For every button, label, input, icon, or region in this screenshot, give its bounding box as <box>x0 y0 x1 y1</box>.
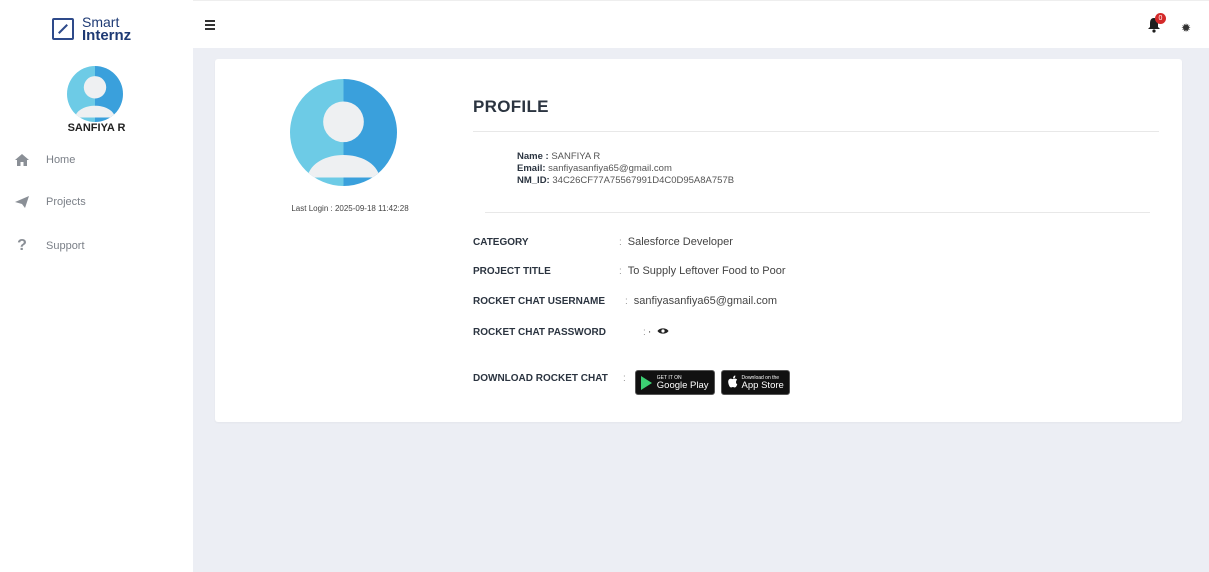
sidebar-item-label: Home <box>46 154 76 166</box>
project-title-label: PROJECT TITLE <box>473 265 551 277</box>
profile-avatar <box>290 79 397 186</box>
google-play-icon <box>640 375 652 390</box>
profile-info: Name : SANFIYA R Email: sanfiyasanfiya65… <box>517 151 734 187</box>
sidebar: Smart Internz SANFIYA R Home Projects ? … <box>0 0 193 572</box>
download-rocket-chat-row: DOWNLOAD ROCKET CHAT : GET IT ON Google … <box>473 362 796 395</box>
question-icon: ? <box>17 237 27 254</box>
logo[interactable]: Smart Internz <box>52 15 132 44</box>
notification-badge: 0 <box>1155 13 1166 24</box>
nmid-value: 34C26CF77A75567991D4C0D95A8A757B <box>552 175 735 186</box>
category-value: Salesforce Developer <box>627 236 733 248</box>
avatar <box>67 66 123 122</box>
sidebar-item-projects[interactable]: Projects <box>13 195 86 209</box>
sidebar-item-support[interactable]: ? Support <box>13 237 85 255</box>
rocket-chat-password-row: ROCKET CHAT PASSWORD : · <box>473 326 669 338</box>
topbar: 0 ✹ <box>193 0 1209 48</box>
logo-icon <box>52 18 74 40</box>
gear-icon[interactable]: ✹ <box>1181 21 1191 35</box>
name-label: Name : <box>517 151 549 162</box>
logo-line2: Internz <box>82 27 132 44</box>
sidebar-username: SANFIYA R <box>67 122 126 134</box>
app-store-button[interactable]: Download on the App Store <box>720 370 790 395</box>
profile-card: Last Login : 2025-09-18 11:42:28 PROFILE… <box>215 59 1182 422</box>
page-title: PROFILE <box>473 97 549 116</box>
rocket-chat-username-row: ROCKET CHAT USERNAME : sanfiyasanfiya65@… <box>473 295 778 307</box>
category-row: CATEGORY : Salesforce Developer <box>473 236 733 248</box>
last-login: Last Login : 2025-09-18 11:42:28 <box>291 204 409 213</box>
paper-plane-icon <box>13 195 31 209</box>
sidebar-item-label: Projects <box>46 196 86 208</box>
sidebar-item-label: Support <box>46 240 85 252</box>
menu-toggle-icon[interactable] <box>205 20 215 32</box>
sidebar-item-home[interactable]: Home <box>13 153 75 167</box>
category-label: CATEGORY <box>473 236 529 248</box>
google-play-button[interactable]: GET IT ON Google Play <box>634 370 715 395</box>
email-value: sanfiyasanfiya65@gmail.com <box>548 163 672 174</box>
home-icon <box>13 153 31 167</box>
name-value: SANFIYA R <box>551 151 601 162</box>
project-title-value: To Supply Leftover Food to Poor <box>627 265 786 277</box>
divider <box>485 212 1150 213</box>
nmid-label: NM_ID: <box>517 175 550 186</box>
rocket-chat-username-value: sanfiyasanfiya65@gmail.com <box>633 295 778 307</box>
email-label: Email: <box>517 163 546 174</box>
rocket-chat-password-label: ROCKET CHAT PASSWORD <box>473 326 606 338</box>
rocket-chat-password-value: · <box>647 326 652 338</box>
eye-icon[interactable] <box>657 327 669 338</box>
rocket-chat-username-label: ROCKET CHAT USERNAME <box>473 295 606 307</box>
divider <box>473 131 1159 132</box>
main-content: Last Login : 2025-09-18 11:42:28 PROFILE… <box>193 48 1209 572</box>
project-title-row: PROJECT TITLE : To Supply Leftover Food … <box>473 265 786 277</box>
apple-icon <box>727 375 738 391</box>
download-rocket-chat-label: DOWNLOAD ROCKET CHAT <box>473 373 608 384</box>
